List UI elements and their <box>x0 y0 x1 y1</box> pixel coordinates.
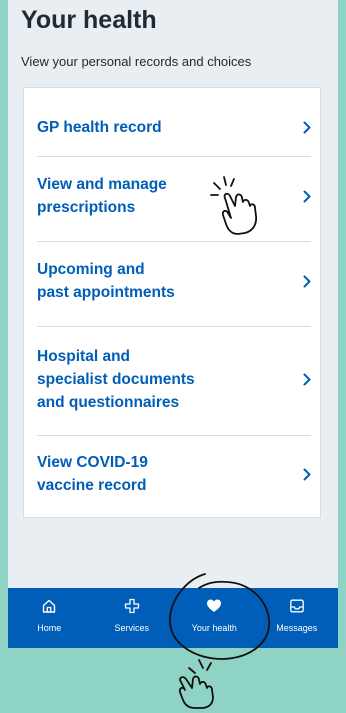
app-screen: Your health View your personal records a… <box>8 0 338 648</box>
page-title: Your health <box>21 6 157 34</box>
menu-item-label: Hospital and specialist documents and qu… <box>37 347 195 411</box>
tab-your-health[interactable]: Your health <box>173 588 256 648</box>
tab-label: Messages <box>276 623 318 633</box>
divider <box>37 435 311 436</box>
menu-item-label: Upcoming and past appointments <box>37 261 175 301</box>
tab-home[interactable]: Home <box>8 588 91 648</box>
tab-services[interactable]: Services <box>91 588 174 648</box>
menu-item-label: GP health record <box>37 118 162 136</box>
menu-item-prescriptions[interactable]: View and manage prescriptions <box>37 171 311 221</box>
menu-item-hospital-documents[interactable]: Hospital and specialist documents and qu… <box>37 341 311 417</box>
services-cross-icon <box>124 598 140 619</box>
chevron-right-icon <box>287 373 311 386</box>
bottom-tab-bar: Home Services Your health Messages <box>8 588 338 648</box>
your-health-menu-card: GP health record View and manage prescri… <box>23 87 321 518</box>
tab-label: Services <box>114 623 149 633</box>
menu-item-label: View and manage prescriptions <box>37 176 167 216</box>
chevron-right-icon <box>287 275 311 288</box>
menu-item-label: View COVID-19 vaccine record <box>37 454 148 494</box>
divider <box>37 241 311 242</box>
menu-item-covid-vaccine-record[interactable]: View COVID-19 vaccine record <box>37 449 311 499</box>
chevron-right-icon <box>287 121 311 134</box>
divider <box>37 156 311 157</box>
tab-label: Your health <box>191 623 237 633</box>
page-subtitle: View your personal records and choices <box>21 54 252 69</box>
page-header: Your health View your personal records a… <box>21 0 326 80</box>
heart-icon <box>206 598 222 619</box>
tab-messages[interactable]: Messages <box>256 588 339 648</box>
chevron-right-icon <box>287 468 311 481</box>
home-icon <box>41 598 57 619</box>
menu-item-gp-health-record[interactable]: GP health record <box>37 114 311 140</box>
chevron-right-icon <box>287 190 311 203</box>
tab-label: Home <box>37 623 62 633</box>
menu-item-appointments[interactable]: Upcoming and past appointments <box>37 256 311 306</box>
inbox-icon <box>289 598 305 619</box>
divider <box>37 326 311 327</box>
